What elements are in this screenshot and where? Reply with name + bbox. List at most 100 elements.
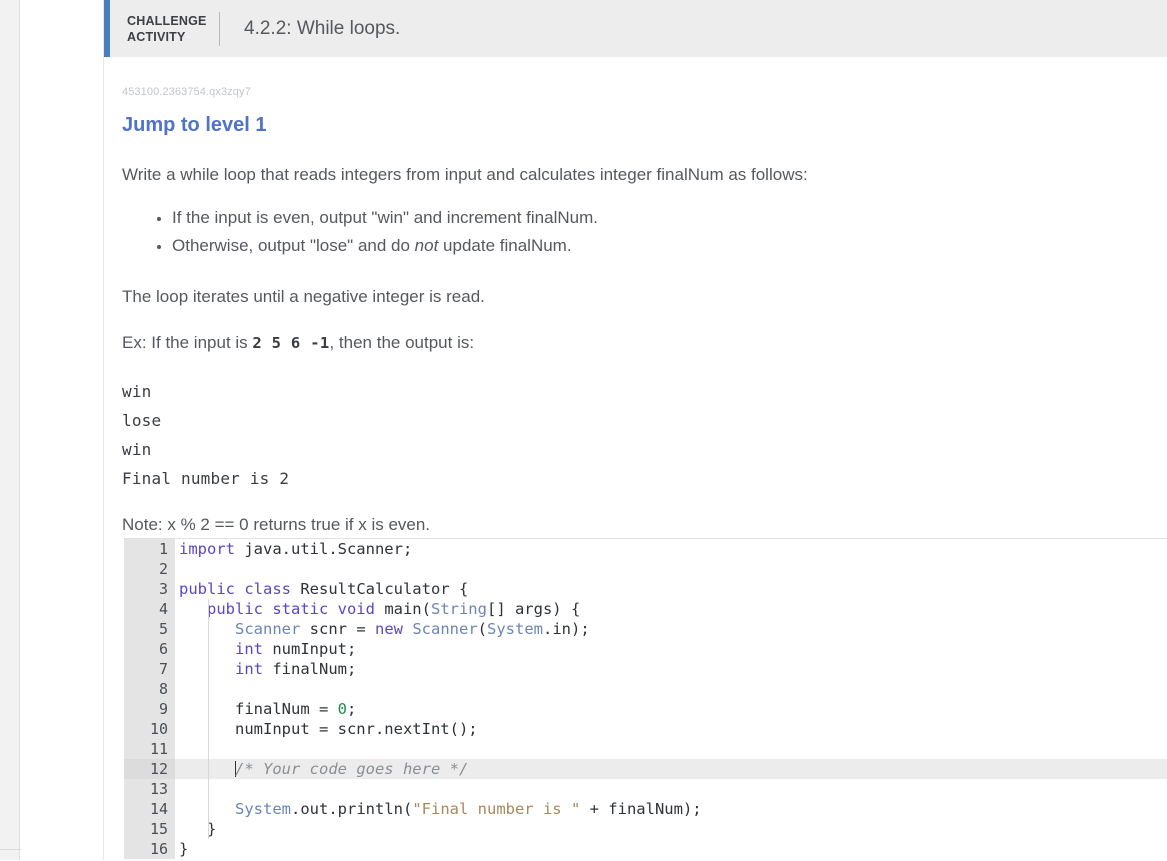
code-editor-lines[interactable]: 1 import java.util.Scanner; 2 3 public class… [124, 539, 1167, 859]
code-line[interactable]: 14 System.out.println("Final number is "… [124, 799, 1167, 819]
code-line-text[interactable] [175, 779, 1167, 799]
code-line-text[interactable]: Scanner scnr = new Scanner(System.in); [175, 619, 1167, 639]
line-number: 4 [124, 599, 175, 619]
code-line-text[interactable]: int numInput; [175, 639, 1167, 659]
line-number: 7 [124, 659, 175, 679]
code-token: new [365, 620, 413, 638]
code-token: + finalNum); [580, 800, 702, 818]
output-line: Final number is 2 [122, 469, 290, 488]
code-line[interactable]: 12 /* Your code goes here */ [124, 759, 1167, 779]
line-number: 10 [124, 719, 175, 739]
indent-guide [208, 739, 209, 759]
left-rail [0, 0, 20, 860]
code-line-text[interactable]: int finalNum; [175, 659, 1167, 679]
indent-guide [208, 659, 209, 679]
code-token: finalNum; [263, 660, 357, 678]
page-left-margin [21, 0, 104, 860]
code-line-text[interactable]: numInput = scnr.nextInt(); [175, 719, 1167, 739]
code-token: /* Your code goes here */ [235, 760, 469, 778]
code-token: ; [346, 700, 357, 718]
code-token: } [179, 820, 217, 838]
code-editor[interactable]: 1 import java.util.Scanner; 2 3 public class… [124, 538, 1167, 861]
code-token: 0 [337, 700, 347, 718]
bullet-emphasis: not [414, 236, 439, 255]
code-line[interactable]: 6 int numInput; [124, 639, 1167, 659]
code-token: scnr [300, 620, 357, 638]
indent-guide [208, 639, 209, 659]
bullet-text: Otherwise, output "lose" and do [172, 236, 415, 255]
code-line[interactable]: 5 Scanner scnr = new Scanner(System.in); [124, 619, 1167, 639]
code-line-text[interactable]: /* Your code goes here */ [175, 759, 1167, 779]
code-line[interactable]: 10 numInput = scnr.nextInt(); [124, 719, 1167, 739]
left-rail-divider [0, 849, 21, 850]
indent-guide [208, 699, 209, 719]
code-line[interactable]: 7 int finalNum; [124, 659, 1167, 679]
bullet-text-tail: update finalNum. [438, 236, 572, 255]
line-number: 13 [124, 779, 175, 799]
code-line-text[interactable]: public static void main(String[] args) { [175, 599, 1167, 619]
code-token: [] args) { [486, 600, 581, 618]
example-lead: Ex: If the input is [122, 333, 253, 352]
line-number: 5 [124, 619, 175, 639]
code-line[interactable]: 9 finalNum = 0; [124, 699, 1167, 719]
line-number: 14 [124, 799, 175, 819]
code-line-text[interactable]: public class ResultCalculator { [175, 579, 1167, 599]
code-line[interactable]: 1 import java.util.Scanner; [124, 539, 1167, 559]
code-line[interactable]: 4 public static void main(String[] args)… [124, 599, 1167, 619]
example-output-block: win lose win Final number is 2 [122, 377, 1167, 493]
code-line-text[interactable] [175, 679, 1167, 699]
challenge-activity-panel: CHALLENGE ACTIVITY 4.2.2: While loops. 4… [104, 0, 1167, 861]
code-token: .in); [543, 620, 590, 638]
code-line[interactable]: 13 [124, 779, 1167, 799]
code-line-text[interactable]: System.out.println("Final number is " + … [175, 799, 1167, 819]
code-line-text[interactable]: } [175, 839, 1167, 859]
code-line[interactable]: 11 [124, 739, 1167, 759]
activity-title: 4.2.2: While loops. [244, 17, 401, 39]
code-token: int [235, 640, 263, 658]
indent-guide [208, 719, 209, 739]
prompt-paragraph: Write a while loop that reads integers f… [122, 165, 808, 184]
code-token: = [356, 620, 366, 638]
code-token: String [430, 600, 487, 618]
code-line[interactable]: 16} [124, 839, 1167, 859]
code-token: ( [477, 620, 488, 638]
line-number: 3 [124, 579, 175, 599]
code-token: int [235, 660, 263, 678]
code-line[interactable]: 8 [124, 679, 1167, 699]
code-token: System [487, 620, 544, 638]
code-token: .out.println( [291, 800, 413, 818]
code-line-text[interactable]: finalNum = 0; [175, 699, 1167, 719]
code-token: ResultCalculator { [300, 580, 469, 598]
example-paragraph: Ex: If the input is 2 5 6 -1, then the o… [122, 331, 1167, 355]
code-token: main( [384, 600, 431, 618]
code-line-text[interactable] [175, 739, 1167, 759]
activity-body: 453100.2363754.qx3zqy7 Jump to level 1 W… [104, 85, 1167, 536]
line-number: 2 [124, 559, 175, 579]
line-number: 6 [124, 639, 175, 659]
activity-header-inner: CHALLENGE ACTIVITY 4.2.2: While loops. [110, 0, 400, 57]
activity-kicker-label: CHALLENGE ACTIVITY [127, 13, 207, 44]
line-number: 8 [124, 679, 175, 699]
loop-note-paragraph: The loop iterates until a negative integ… [122, 287, 485, 306]
indent-guide [208, 819, 209, 839]
list-item: Otherwise, output "lose" and do not upda… [172, 232, 1167, 260]
code-token: public static void [207, 600, 385, 618]
hint-note: Note: x % 2 == 0 returns true if x is ev… [122, 515, 431, 534]
code-token: Scanner [412, 620, 478, 638]
code-line-text[interactable]: import java.util.Scanner; [175, 539, 1167, 559]
line-number: 12 [124, 759, 175, 779]
code-line[interactable]: 15 } [124, 819, 1167, 839]
code-line-text[interactable]: } [175, 819, 1167, 839]
code-line[interactable]: 3 public class ResultCalculator { [124, 579, 1167, 599]
code-line-text[interactable] [175, 559, 1167, 579]
output-line: win [122, 382, 152, 401]
jump-to-level-link[interactable]: Jump to level 1 [122, 112, 267, 138]
line-number: 1 [124, 539, 175, 559]
code-token: numInput = scnr.nextInt(); [179, 720, 478, 738]
output-line: lose [122, 411, 162, 430]
code-line[interactable]: 2 [124, 559, 1167, 579]
code-token: import [179, 540, 245, 558]
